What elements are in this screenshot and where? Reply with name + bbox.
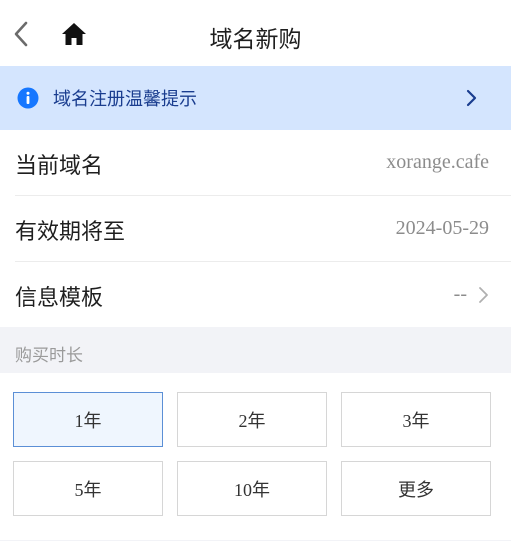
page-title: 域名新购	[209, 27, 302, 53]
current-domain-value: xorange.cafe	[386, 151, 489, 173]
info-icon	[17, 87, 39, 109]
notice-text: 域名注册温馨提示	[53, 89, 197, 109]
chevron-right-icon	[479, 287, 488, 303]
duration-option-2-years[interactable]: 2年	[177, 392, 327, 447]
info-template-label: 信息模板	[15, 285, 104, 310]
duration-option-1-year[interactable]: 1年	[13, 392, 163, 447]
domain-purchase-page: 域名新购 域名注册温馨提示 当前域名 xorange.cafe 有效期将至 20…	[0, 0, 511, 541]
current-domain-row: 当前域名 xorange.cafe	[15, 130, 511, 196]
chevron-right-icon	[466, 89, 477, 107]
duration-option-5-years[interactable]: 5年	[13, 461, 163, 516]
info-template-value: --	[453, 283, 467, 305]
expiry-value: 2024-05-29	[395, 217, 489, 239]
expiry-label: 有效期将至	[15, 219, 126, 244]
current-domain-label: 当前域名	[15, 153, 104, 178]
duration-section-label: 购买时长	[15, 346, 83, 365]
info-template-row[interactable]: 信息模板 --	[15, 262, 511, 327]
header: 域名新购	[0, 0, 511, 66]
expiry-row: 有效期将至 2024-05-29	[15, 196, 511, 262]
duration-option-more[interactable]: 更多	[341, 461, 491, 516]
duration-section-header: 购买时长	[0, 327, 511, 373]
duration-options: 1年 2年 3年 5年 10年 更多	[0, 373, 511, 541]
duration-option-3-years[interactable]: 3年	[341, 392, 491, 447]
registration-notice-banner[interactable]: 域名注册温馨提示	[0, 66, 511, 130]
duration-option-10-years[interactable]: 10年	[177, 461, 327, 516]
